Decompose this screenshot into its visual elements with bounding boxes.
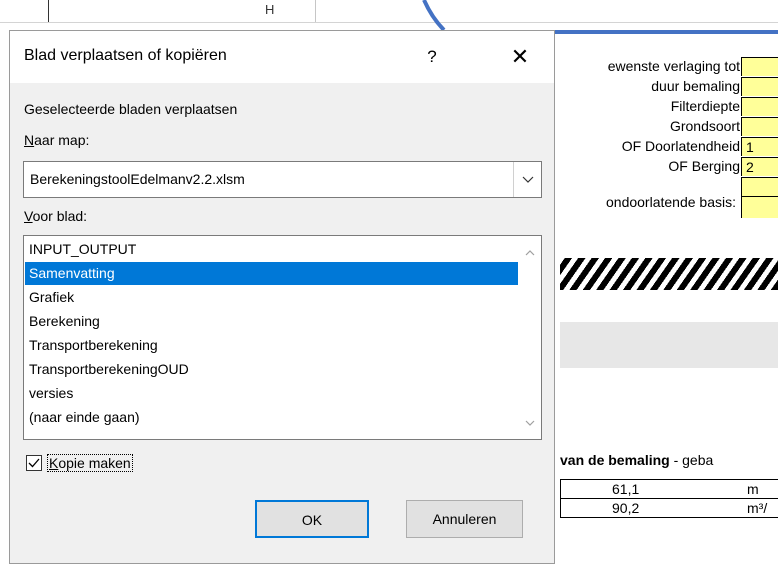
list-item[interactable]: TransportberekeningOUD xyxy=(25,358,518,381)
label-berging: OF Berging xyxy=(668,158,740,174)
unit-cell[interactable]: m³/ xyxy=(743,498,778,518)
help-button[interactable]: ? xyxy=(417,43,447,71)
section-title-bemaling: van de bemaling - geba xyxy=(560,452,713,468)
label-verlaging: ewenste verlaging tot xyxy=(607,58,740,74)
list-item[interactable]: Transportberekening xyxy=(25,334,518,357)
grey-band xyxy=(560,322,778,368)
cancel-button[interactable]: Annuleren xyxy=(406,500,523,538)
checkmark-icon xyxy=(28,458,40,468)
close-icon: ✕ xyxy=(510,44,530,69)
hatched-band xyxy=(560,258,778,290)
dialog-title: Blad verplaatsen of kopiëren xyxy=(24,47,227,64)
to-book-label: Naar map: xyxy=(24,132,89,148)
before-sheet-label: Voor blad: xyxy=(24,208,87,224)
to-book-dropdown[interactable]: BerekeningstoolEdelmanv2.2.xlsm xyxy=(23,161,542,198)
before-sheet-rest: oor blad: xyxy=(32,208,88,224)
sheet-listbox[interactable]: INPUT_OUTPUT Samenvatting Grafiek Bereke… xyxy=(23,235,542,440)
input-cell[interactable] xyxy=(741,97,778,116)
input-cell[interactable] xyxy=(741,196,778,218)
dropdown-button[interactable] xyxy=(513,162,541,197)
input-cell[interactable] xyxy=(741,117,778,136)
input-cell[interactable] xyxy=(741,177,778,196)
copy-rest: opie maken xyxy=(58,455,131,471)
scroll-up-icon[interactable] xyxy=(523,246,537,260)
list-item[interactable]: INPUT_OUTPUT xyxy=(25,238,518,261)
list-item[interactable]: (naar einde gaan) xyxy=(25,406,518,429)
list-item[interactable]: Berekening xyxy=(25,310,518,333)
input-cell[interactable] xyxy=(741,77,778,96)
label-duur-bemaling: duur bemaling xyxy=(651,78,740,94)
label-filterdiepte: Filterdiepte xyxy=(670,98,740,114)
to-book-rest: aar map: xyxy=(34,132,90,148)
unit-cell[interactable]: m xyxy=(743,479,778,499)
list-item[interactable]: Grafiek xyxy=(25,286,518,309)
ok-button[interactable]: OK xyxy=(255,500,369,538)
copy-checkbox[interactable] xyxy=(26,455,42,471)
input-cell[interactable]: 1 xyxy=(741,137,778,156)
list-item[interactable]: versies xyxy=(25,382,518,405)
input-cell[interactable] xyxy=(741,57,778,76)
to-book-value: BerekeningstoolEdelmanv2.2.xlsm xyxy=(30,171,245,187)
row-gridline xyxy=(48,0,49,22)
listbox-scrollbar[interactable] xyxy=(519,236,541,439)
section-title-rest: - geba xyxy=(669,452,714,468)
scroll-down-icon[interactable] xyxy=(523,416,537,430)
value-cell[interactable]: 90,2 xyxy=(560,498,744,518)
label-grondsoort: Grondsoort xyxy=(669,118,740,134)
blue-shape-arc xyxy=(422,0,446,30)
move-copy-dialog: Blad verplaatsen of kopiëren ? ✕ Geselec… xyxy=(9,30,555,564)
column-letter-h[interactable]: H xyxy=(265,2,274,17)
dialog-titlebar: Blad verplaatsen of kopiëren ? ✕ xyxy=(10,31,554,83)
input-cell[interactable]: 2 xyxy=(741,157,778,176)
copy-accel: K xyxy=(49,455,59,471)
dialog-subtitle: Geselecteerde bladen verplaatsen xyxy=(24,101,238,117)
before-sheet-accel: V xyxy=(24,208,33,224)
close-button[interactable]: ✕ xyxy=(505,43,535,71)
value-cell[interactable]: 61,1 xyxy=(560,479,744,499)
to-book-accel: N xyxy=(24,132,35,148)
chevron-down-icon xyxy=(522,176,534,183)
label-doorlatendheid: OF Doorlatendheid xyxy=(621,138,740,154)
list-item-selected[interactable]: Samenvatting xyxy=(25,262,518,285)
section-title-bold: van de bemaling xyxy=(560,452,670,468)
copy-label[interactable]: Kopie maken xyxy=(47,454,133,472)
column-header-bar: H xyxy=(0,0,778,23)
label-ondoorlatende-basis: ondoorlatende basis: xyxy=(606,194,736,210)
